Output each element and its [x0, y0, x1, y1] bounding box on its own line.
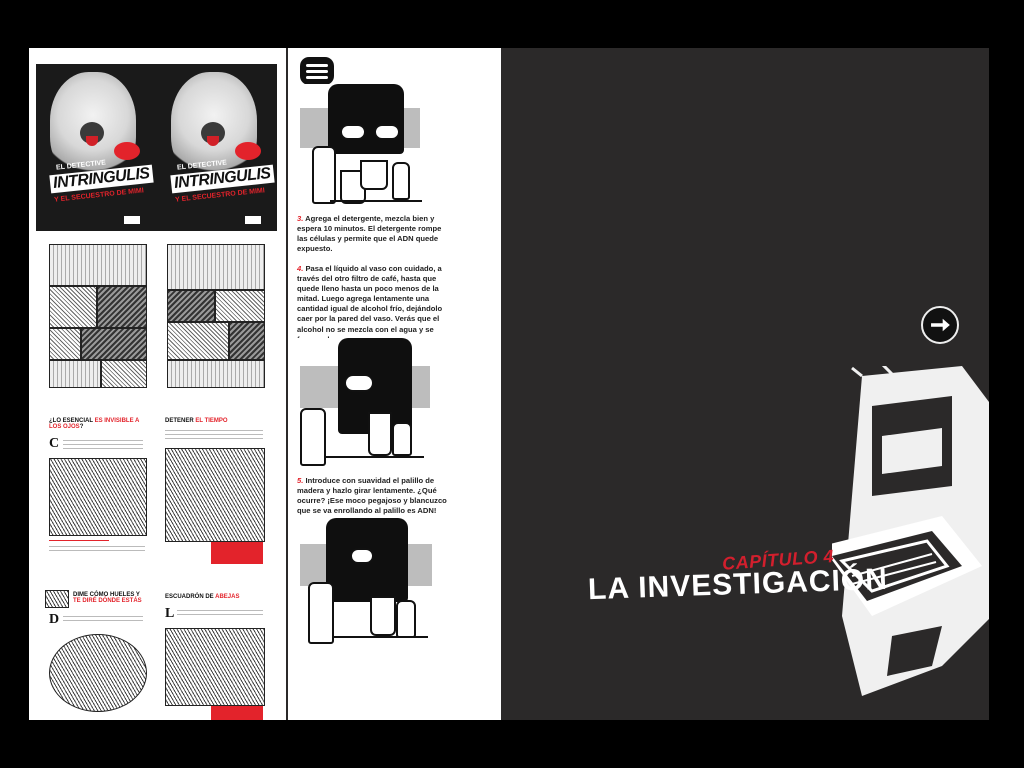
- article-illustration: [165, 448, 265, 542]
- article-illustration: [49, 634, 147, 712]
- article-sidebar-box: [211, 542, 263, 564]
- publisher-logo: [244, 216, 261, 224]
- article-heading-2: DETENER EL TIEMPO: [165, 418, 228, 424]
- thumbnail-comic-spread[interactable]: [43, 244, 270, 394]
- article-heading-4: ESCUADRÓN DE ABEJAS: [165, 594, 240, 600]
- thumbnail-article-spread-2[interactable]: DIME CÓMO HUELES Y TE DIRÉ DÓNDE ESTÁS D…: [43, 588, 270, 720]
- thumbnail-strip[interactable]: EL DETECTIVE INTRINGULIS Y EL SECUESTRO …: [29, 48, 286, 720]
- menu-button[interactable]: [300, 57, 334, 85]
- ebook-reader: EL DETECTIVE INTRINGULIS Y EL SECUESTRO …: [29, 48, 989, 720]
- step-illustration-pouring: [296, 84, 426, 208]
- step-illustration-filter: [296, 338, 436, 468]
- thumbnail-article-spread-1[interactable]: ¿LO ESENCIAL ES INVISIBLE A LOS OJOS? C …: [43, 414, 270, 570]
- article-illustration: [165, 628, 265, 706]
- next-page-button[interactable]: [921, 306, 959, 344]
- chapter-opener-page: CAPÍTULO 4 LA INVESTIGACIÓN: [502, 48, 989, 720]
- cover-thumb-left: EL DETECTIVE INTRINGULIS Y EL SECUESTRO …: [36, 64, 157, 231]
- step-4: 4. Pasa el líquido al vaso con cuidado, …: [297, 264, 443, 344]
- article-heading-3: DIME CÓMO HUELES Y TE DIRÉ DÓNDE ESTÁS: [73, 592, 142, 604]
- step-5: 5. Introduce con suavidad el palillo de …: [297, 476, 447, 516]
- article-illustration: [49, 458, 147, 536]
- article-heading-1: ¿LO ESENCIAL ES INVISIBLE A LOS OJOS?: [49, 418, 140, 430]
- step-illustration-stirring: [296, 518, 436, 644]
- hamburger-menu-icon: [306, 63, 328, 67]
- filing-cabinet-illustration: [832, 366, 989, 696]
- arrow-right-icon: [931, 318, 950, 332]
- cover-thumb-right: EL DETECTIVE INTRINGULIS Y EL SECUESTRO …: [156, 64, 277, 231]
- thumbnail-cover-spread[interactable]: EL DETECTIVE INTRINGULIS Y EL SECUESTRO …: [36, 64, 277, 231]
- experiment-page: 3. Agrega el detergente, mezcla bien y e…: [288, 48, 501, 720]
- step-3: 3. Agrega el detergente, mezcla bien y e…: [297, 214, 442, 254]
- publisher-logo: [124, 216, 140, 224]
